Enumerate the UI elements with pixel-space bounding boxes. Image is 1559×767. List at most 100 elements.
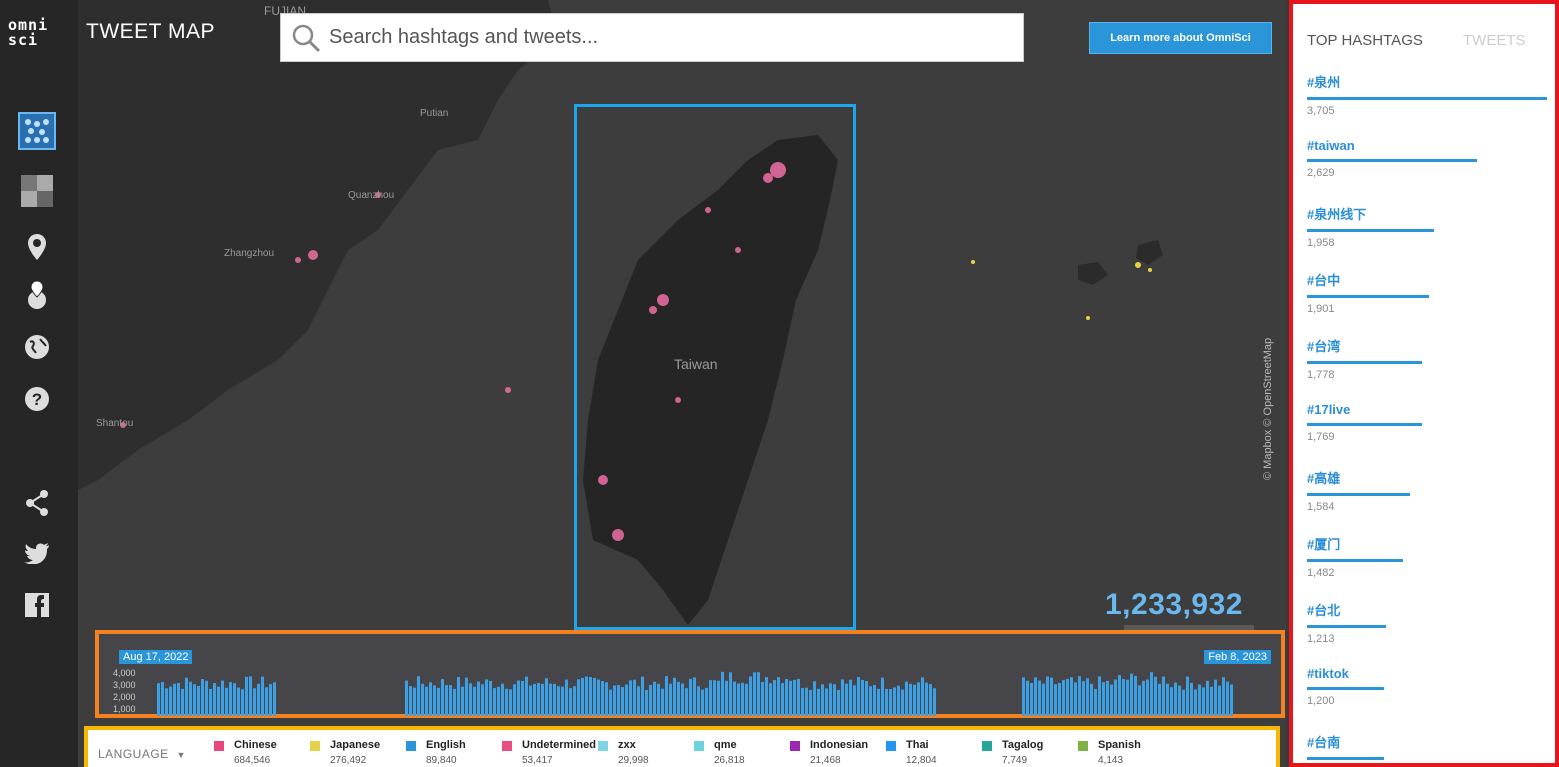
timeline-bar — [1174, 682, 1177, 716]
hashtag-count: 1,778 — [1307, 369, 1335, 381]
timeline-bar — [669, 683, 672, 716]
legend-title[interactable]: LANGUAGE ▼ — [98, 747, 186, 761]
timeline-bar — [645, 689, 648, 716]
timeline-bar — [641, 676, 644, 716]
search-icon[interactable] — [291, 23, 321, 53]
hashtag-item[interactable]: #台北 1,213 — [1307, 600, 1547, 645]
timeline-bar — [469, 683, 472, 716]
search-input[interactable] — [329, 26, 1009, 49]
legend-language-count: 29,998 — [618, 755, 649, 766]
timeline-y-tick: 1,000 — [113, 704, 136, 714]
timeline-bar — [1158, 683, 1161, 716]
hashtag-bar — [1307, 757, 1384, 760]
timeline-bar — [773, 680, 776, 716]
facebook-icon[interactable] — [18, 586, 56, 624]
timeline-bar — [429, 682, 432, 716]
hashtag-label: #台湾 — [1307, 339, 1341, 354]
timeline-bar — [921, 677, 924, 716]
help-icon[interactable]: ? — [18, 380, 56, 418]
timeline-bar — [1130, 673, 1133, 716]
tweet-map-app: FUJIAN Quanzhou Zhangzhou Shantou Taiwan… — [0, 0, 1559, 767]
timeline-bar — [221, 680, 224, 716]
timeline-bar — [541, 683, 544, 716]
legend-language-name: English — [426, 739, 466, 751]
timeline-bar — [1022, 677, 1025, 716]
timeline-bar — [705, 687, 708, 716]
timeline-chart[interactable]: Aug 17, 2022 Feb 8, 2023 4,000 3,000 2,0… — [95, 630, 1285, 718]
timeline-bar — [673, 677, 676, 716]
timeline-bar — [497, 686, 500, 716]
svg-text:?: ? — [32, 390, 42, 409]
timeline-bar — [585, 676, 588, 716]
share-icon[interactable] — [18, 484, 56, 522]
search-bar[interactable] — [280, 13, 1024, 62]
tab-tweets[interactable]: TWEETS — [1463, 32, 1526, 49]
timeline-bar — [409, 686, 412, 716]
timeline-bar — [157, 683, 160, 716]
hashtag-item[interactable]: #台南 — [1307, 732, 1547, 763]
timeline-bar — [841, 679, 844, 716]
timeline-bar — [465, 677, 468, 716]
timeline-bar — [757, 672, 760, 716]
timeline-bar — [653, 681, 656, 716]
timeline-bar — [509, 689, 512, 716]
timeline-y-tick: 4,000 — [113, 668, 136, 678]
legend-swatch — [214, 741, 224, 751]
hashtag-item[interactable]: #台中 1,901 — [1307, 270, 1547, 315]
timeline-bar — [181, 688, 184, 716]
points-icon[interactable] — [18, 112, 56, 150]
legend-swatch — [1078, 741, 1088, 751]
legend-language-name: Undetermined — [522, 739, 596, 751]
timeline-bar — [449, 685, 452, 716]
timeline-bar — [733, 681, 736, 716]
legend-language-count: 276,492 — [330, 755, 367, 766]
hashtag-item[interactable]: #17live 1,769 — [1307, 402, 1547, 443]
hashtag-item[interactable]: #泉州线下 1,958 — [1307, 204, 1547, 249]
timeline-bar — [169, 686, 172, 716]
hashtag-item[interactable]: #台湾 1,778 — [1307, 336, 1547, 381]
heatmap-icon[interactable] — [18, 172, 56, 210]
hashtag-item[interactable]: #厦门 1,482 — [1307, 534, 1547, 579]
hashtag-count: 1,200 — [1307, 695, 1335, 707]
timeline-bar — [737, 683, 740, 716]
legend-language-count: 684,546 — [234, 755, 271, 766]
location-pin-icon[interactable] — [18, 228, 56, 266]
hashtag-count: 1,901 — [1307, 303, 1335, 315]
omnisci-logo: omni sci — [8, 18, 72, 48]
timeline-bar — [925, 682, 928, 716]
timeline-bar — [1038, 680, 1041, 716]
timeline-bar — [753, 672, 756, 716]
timeline-bar — [621, 686, 624, 716]
hashtag-item[interactable]: #高雄 1,584 — [1307, 468, 1547, 513]
legend-language-count: 7,749 — [1002, 755, 1028, 766]
hashtag-item[interactable]: #taiwan 2,629 — [1307, 138, 1547, 179]
timeline-bar — [873, 684, 876, 716]
learn-more-button[interactable]: Learn more about OmniSci — [1089, 22, 1272, 54]
timeline-bar — [1126, 679, 1129, 716]
left-sidebar: omni sci ? — [0, 0, 78, 767]
globe-icon[interactable] — [18, 328, 56, 366]
timeline-bar — [165, 688, 168, 716]
hashtag-item[interactable]: #tiktok 1,200 — [1307, 666, 1547, 707]
timeline-bar — [1110, 684, 1113, 716]
timeline-bar — [477, 681, 480, 716]
timeline-bar — [801, 688, 804, 716]
timeline-bar — [805, 687, 808, 716]
timeline-bar — [269, 684, 272, 716]
twitter-icon[interactable] — [18, 534, 56, 572]
geo-locate-icon[interactable] — [18, 276, 56, 314]
timeline-bar — [517, 680, 520, 716]
timeline-y-tick: 2,000 — [113, 692, 136, 702]
hashtag-item[interactable]: #泉州 3,705 — [1307, 72, 1547, 117]
timeline-bar — [237, 687, 240, 716]
tab-top-hashtags[interactable]: TOP HASHTAGS — [1307, 32, 1423, 49]
timeline-bar — [213, 683, 216, 716]
timeline-bar — [521, 680, 524, 716]
timeline-bar — [225, 687, 228, 716]
timeline-bar — [1118, 675, 1121, 716]
timeline-bar — [745, 683, 748, 716]
timeline-bar — [913, 684, 916, 716]
timeline-bar — [241, 689, 244, 716]
timeline-bar — [1202, 687, 1205, 716]
timeline-bar — [665, 676, 668, 716]
